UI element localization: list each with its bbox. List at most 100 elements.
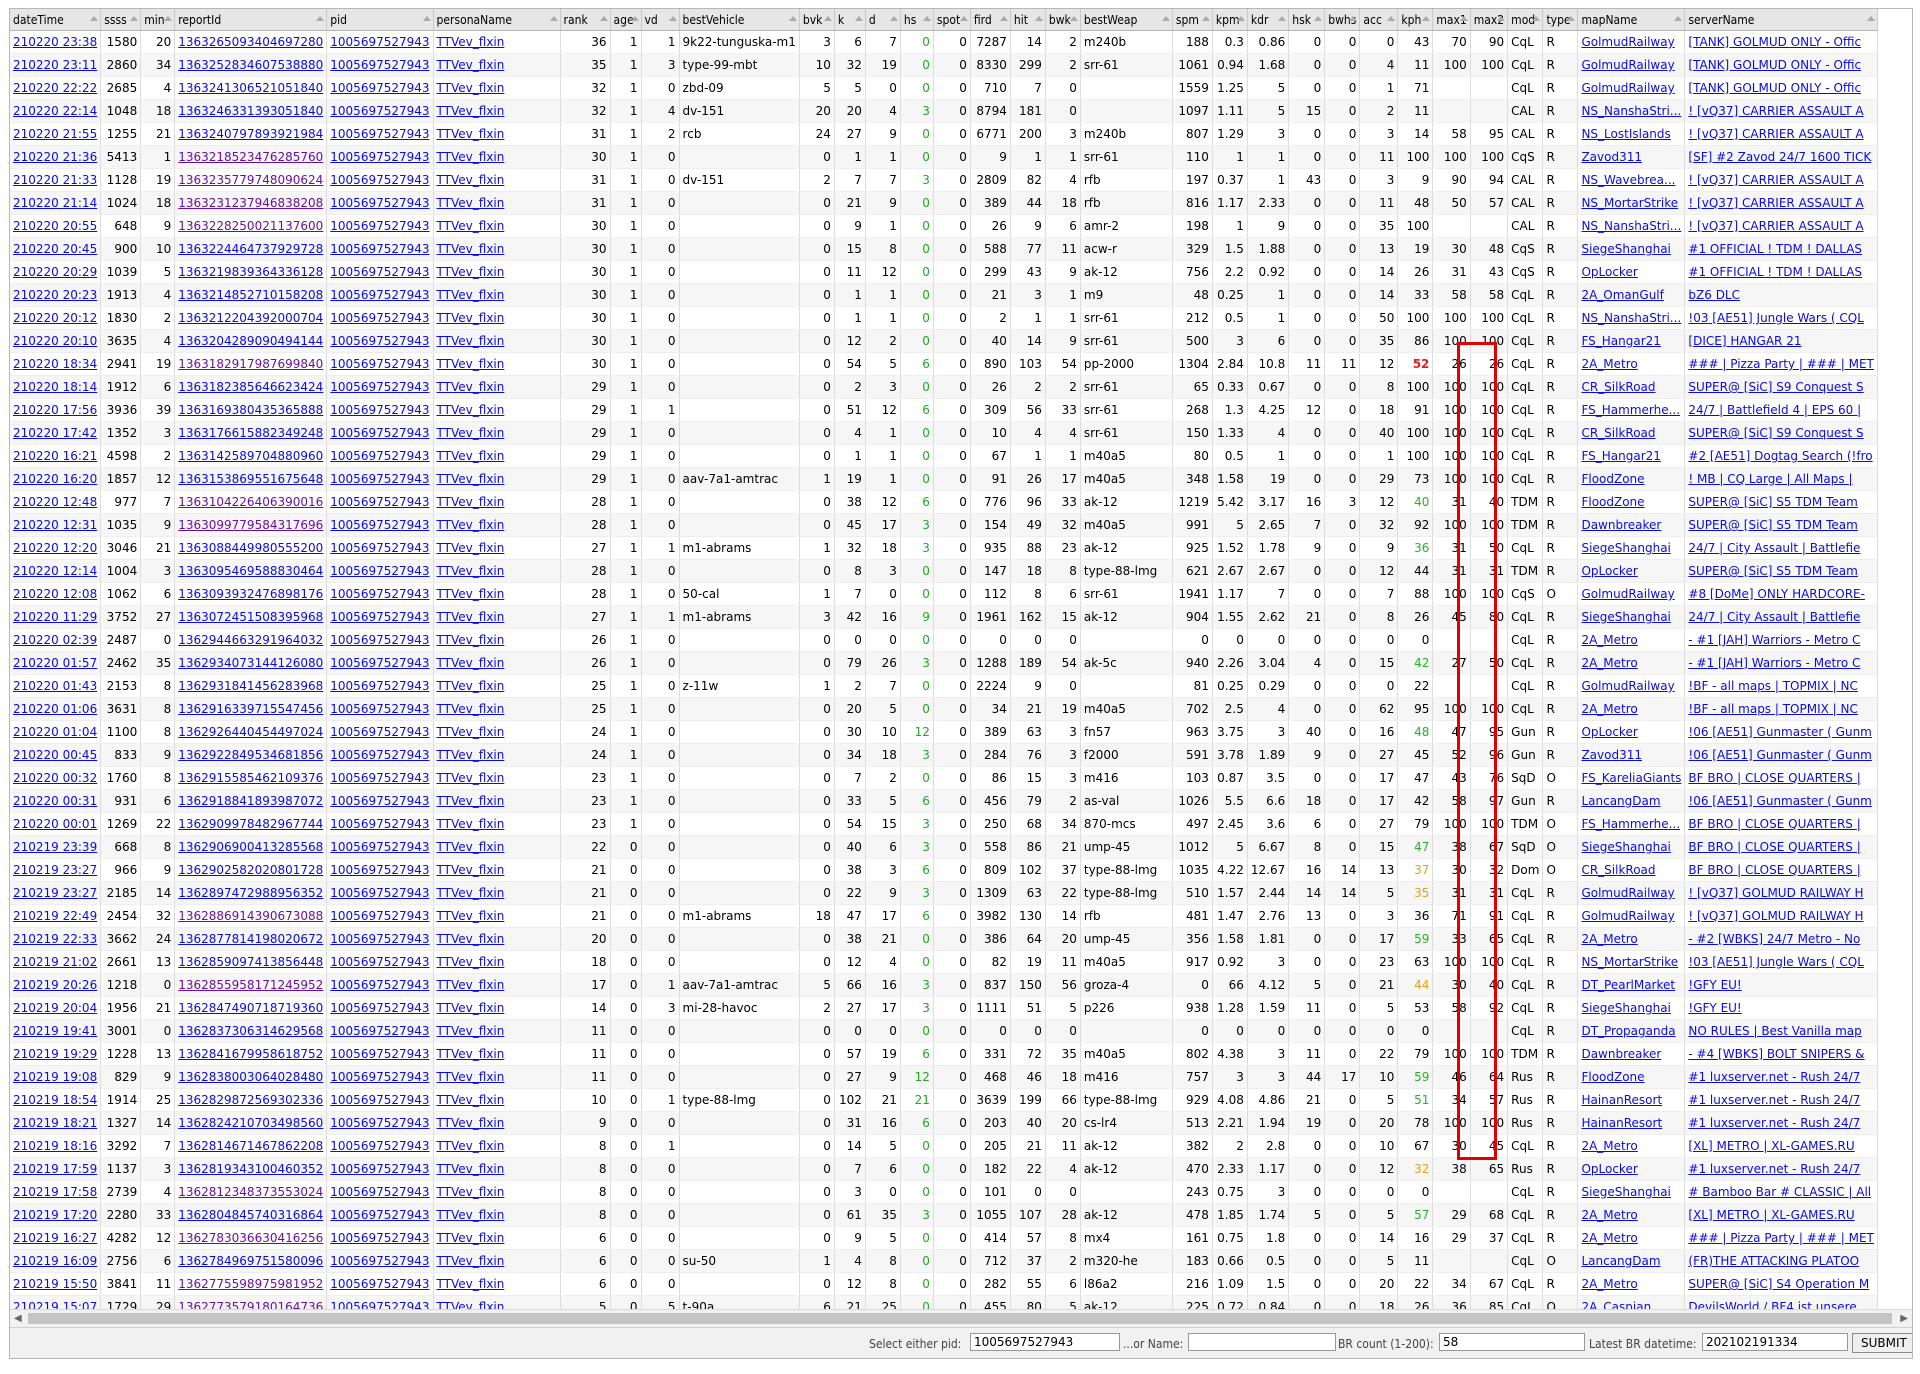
pid-link[interactable]: 1005697527943 [330,219,429,233]
dateTime-link[interactable]: 210220 20:55 [13,219,97,233]
personaName-link[interactable]: TTVev_flxin [437,587,505,601]
pid-link[interactable]: 1005697527943 [330,1024,429,1038]
reportId-link[interactable]: 1363099779584317696 [178,518,323,532]
reportId-link[interactable]: 1363252834607538880 [178,58,323,72]
serverName-link[interactable]: #2 [AE51] Dogtag Search (!fro [1688,449,1872,463]
serverName-link[interactable]: [DICE] HANGAR 21 [1688,334,1801,348]
pid-link[interactable]: 1005697527943 [330,127,429,141]
dateTime-link[interactable]: 210220 20:10 [13,334,97,348]
reportId-link[interactable]: 1363235779748090624 [178,173,323,187]
pid-link[interactable]: 1005697527943 [330,1162,429,1176]
serverName-link[interactable]: # Bamboo Bar # CLASSIC | All [1688,1185,1871,1199]
reportId-link[interactable]: 1362877814198020672 [178,932,323,946]
serverName-link[interactable]: bZ6 DLC [1688,288,1740,302]
pid-link[interactable]: 1005697527943 [330,587,429,601]
mapName-link[interactable]: NS_Wavebrea... [1581,173,1675,187]
personaName-link[interactable]: TTVev_flxin [437,472,505,486]
personaName-link[interactable]: TTVev_flxin [437,748,505,762]
dateTime-link[interactable]: 210220 17:42 [13,426,97,440]
serverName-link[interactable]: #1 OFFICIAL ! TDM ! DALLAS [1688,265,1862,279]
personaName-link[interactable]: TTVev_flxin [437,771,505,785]
personaName-link[interactable]: TTVev_flxin [437,1024,505,1038]
column-header-min[interactable]: min [140,9,176,31]
pid-link[interactable]: 1005697527943 [330,863,429,877]
mapName-link[interactable]: GolmudRailway [1581,909,1674,923]
personaName-link[interactable]: TTVev_flxin [437,1093,505,1107]
pid-link[interactable]: 1005697527943 [330,1300,429,1309]
reportId-link[interactable]: 1362922849534681856 [178,748,323,762]
pid-link[interactable]: 1005697527943 [330,633,429,647]
reportId-link[interactable]: 1363240797893921984 [178,127,323,141]
personaName-link[interactable]: TTVev_flxin [437,564,505,578]
pid-link[interactable]: 1005697527943 [330,380,429,394]
pid-link[interactable]: 1005697527943 [330,242,429,256]
serverName-link[interactable]: - #4 [WBKS] BOLT SNIPERS & [1688,1047,1864,1061]
serverName-link[interactable]: !GFY EU! [1688,978,1741,992]
scrollbar-thumb[interactable] [28,1313,1892,1324]
pid-link[interactable]: 1005697527943 [330,311,429,325]
mapName-link[interactable]: 2A_Caspian [1581,1300,1651,1309]
mapName-link[interactable]: OpLocker [1581,564,1637,578]
dateTime-link[interactable]: 210220 01:57 [13,656,97,670]
reportId-link[interactable]: 1363224464737929728 [178,242,323,256]
serverName-link[interactable]: 24/7 | Battlefield 4 | EPS 60 | [1688,403,1861,417]
column-header-bestVehicle[interactable]: bestVehicle [679,9,800,31]
personaName-link[interactable]: TTVev_flxin [437,380,505,394]
column-header-max2[interactable]: max2 [1470,9,1509,31]
pid-link[interactable]: 1005697527943 [330,1047,429,1061]
column-header-spot[interactable]: spot [933,9,971,31]
pid-link[interactable]: 1005697527943 [330,794,429,808]
mapName-link[interactable]: NS_NanshaStri... [1581,219,1681,233]
pid-link[interactable]: 1005697527943 [330,840,429,854]
serverName-link[interactable]: SUPER@ [SiC] S4 Operation M [1688,1277,1869,1291]
pid-link[interactable]: 1005697527943 [330,564,429,578]
serverName-link[interactable]: ! [vQ37] GOLMUD RAILWAY H [1688,909,1863,923]
serverName-link[interactable]: ! [vQ37] GOLMUD RAILWAY H [1688,886,1863,900]
pid-link[interactable]: 1005697527943 [330,357,429,371]
submit-button[interactable]: SUBMIT [1852,1333,1912,1353]
mapName-link[interactable]: CR_SilkRoad [1581,426,1655,440]
mapName-link[interactable]: DT_PearlMarket [1581,978,1675,992]
mapName-link[interactable]: CR_SilkRoad [1581,863,1655,877]
pid-link[interactable]: 1005697527943 [330,932,429,946]
serverName-link[interactable]: SUPER@ [SiC] S9 Conquest S [1688,380,1863,394]
pid-link[interactable]: 1005697527943 [330,495,429,509]
mapName-link[interactable]: FS_Hangar21 [1581,334,1660,348]
column-header-acc[interactable]: acc [1359,9,1399,31]
dateTime-link[interactable]: 210219 17:20 [13,1208,97,1222]
personaName-link[interactable]: TTVev_flxin [437,633,505,647]
personaName-link[interactable]: TTVev_flxin [437,311,505,325]
serverName-link[interactable]: [XL] METRO | XL-GAMES.RU [1688,1139,1854,1153]
mapName-link[interactable]: FS_Hammerhe... [1581,403,1680,417]
mapName-link[interactable]: SiegeShanghai [1581,1001,1670,1015]
serverName-link[interactable]: #1 luxserver.net - Rush 24/7 [1688,1093,1860,1107]
mapName-link[interactable]: GolmudRailway [1581,679,1674,693]
mapName-link[interactable]: NS_LostIslands [1581,127,1670,141]
column-header-vd[interactable]: vd [641,9,680,31]
mapName-link[interactable]: HainanResort [1581,1093,1662,1107]
dateTime-link[interactable]: 210219 18:16 [13,1139,97,1153]
serverName-link[interactable]: 24/7 | City Assault | Battlefie [1688,610,1860,624]
personaName-link[interactable]: TTVev_flxin [437,196,505,210]
dateTime-link[interactable]: 210219 19:41 [13,1024,97,1038]
personaName-link[interactable]: TTVev_flxin [437,242,505,256]
personaName-link[interactable]: TTVev_flxin [437,702,505,716]
reportId-link[interactable]: 1362804845740316864 [178,1208,323,1222]
serverName-link[interactable]: !BF - all maps | TOPMIX | NC [1688,702,1857,716]
column-header-kph[interactable]: kph [1397,9,1434,31]
reportId-link[interactable]: 1362859097413856448 [178,955,323,969]
mapName-link[interactable]: 2A_Metro [1581,702,1637,716]
pid-link[interactable]: 1005697527943 [330,955,429,969]
column-header-dateTime[interactable]: dateTime [10,9,102,31]
pid-link[interactable]: 1005697527943 [330,748,429,762]
reportId-link[interactable]: 1363231237946838208 [178,196,323,210]
personaName-link[interactable]: TTVev_flxin [437,288,505,302]
personaName-link[interactable]: TTVev_flxin [437,610,505,624]
mapName-link[interactable]: 2A_Metro [1581,1139,1637,1153]
pid-link[interactable]: 1005697527943 [330,725,429,739]
reportId-link[interactable]: 1363095469588830464 [178,564,323,578]
mapName-link[interactable]: 2A_Metro [1581,1231,1637,1245]
mapName-link[interactable]: FloodZone [1581,1070,1644,1084]
mapName-link[interactable]: NS_NanshaStri... [1581,104,1681,118]
personaName-link[interactable]: TTVev_flxin [437,426,505,440]
